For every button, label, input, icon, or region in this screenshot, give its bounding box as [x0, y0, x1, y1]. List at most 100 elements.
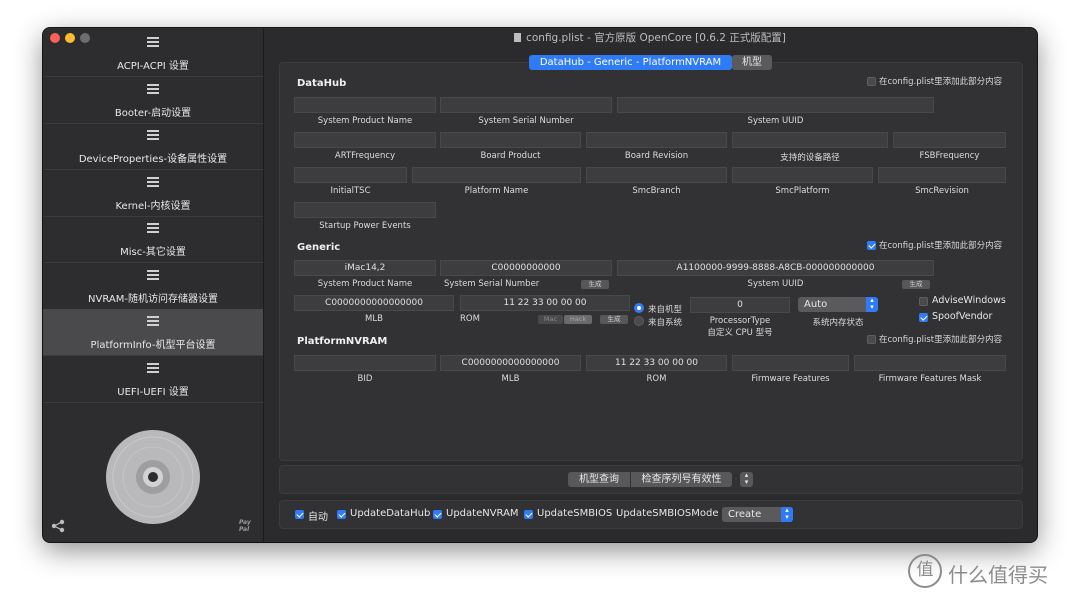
generic-system-product-name-input[interactable]: iMac14,2 [294, 260, 436, 276]
app-window: ACPI-ACPI 设置 Booter-启动设置 DevicePropertie… [43, 28, 1037, 542]
sidebar-item-label: NVRAM-随机访问存储器设置 [88, 294, 218, 305]
processor-type-label: ProcessorType [709, 316, 771, 326]
sidebar: ACPI-ACPI 设置 Booter-启动设置 DevicePropertie… [43, 28, 264, 542]
generic-section-title: Generic [297, 242, 341, 253]
advise-windows-label: AdviseWindows [932, 295, 1006, 306]
memory-status-label: 系统内存状态 [812, 318, 864, 328]
list-icon [147, 223, 159, 234]
generate-rom-button[interactable]: 生成 [600, 315, 628, 324]
datahub-device-path-input[interactable] [732, 132, 888, 148]
datahub-initial-tsc-label: InitialTSC [330, 186, 371, 196]
datahub-system-product-name-input[interactable] [294, 97, 436, 113]
sidebar-item-deviceproperties[interactable]: DeviceProperties-设备属性设置 [43, 123, 263, 170]
generic-system-uuid-input[interactable]: A1100000-9999-8888-A8CB-000000000000 [617, 260, 934, 276]
chevron-updown-icon[interactable]: ▴ ▾ [740, 472, 753, 487]
list-icon [147, 84, 159, 95]
from-system-radio[interactable] [634, 316, 644, 326]
sidebar-item-booter[interactable]: Booter-启动设置 [43, 77, 263, 124]
datahub-fsb-frequency-input[interactable] [893, 132, 1006, 148]
list-icon [147, 270, 159, 281]
lookup-bar: 机型查询 检查序列号有效性 ▴ ▾ [279, 465, 1023, 494]
paypal-logo[interactable]: Pay Pal [239, 519, 257, 533]
sidebar-item-acpi[interactable]: ACPI-ACPI 设置 [43, 30, 263, 77]
document-icon [514, 33, 522, 42]
check-serial-button[interactable]: 检查序列号有效性 [631, 472, 732, 487]
datahub-board-product-input[interactable] [440, 132, 581, 148]
update-smbios-mode-label: UpdateSMBIOSMode [616, 508, 719, 519]
datahub-smc-platform-label: SmcPlatform [775, 186, 830, 196]
datahub-smc-platform-input[interactable] [732, 167, 873, 183]
list-icon [147, 130, 159, 141]
datahub-board-revision-input[interactable] [586, 132, 727, 148]
watermark-logo-icon: 值 [908, 554, 942, 588]
nvram-rom-label: ROM [646, 374, 667, 384]
sidebar-item-label: Booter-启动设置 [114, 108, 192, 119]
generic-add-checkbox[interactable] [867, 241, 876, 250]
sidebar-item-label: Kernel-内核设置 [115, 201, 191, 212]
datahub-system-serial-number-input[interactable] [440, 97, 612, 113]
generate-uuid-button[interactable]: 生成 [902, 280, 930, 289]
generic-add-label: 在config.plist里添加此部分内容 [879, 241, 1003, 251]
processor-type-input[interactable]: 0 [690, 297, 790, 313]
generic-rom-label: ROM [460, 314, 480, 324]
disk-logo-icon [106, 430, 200, 524]
firmware-features-label: Firmware Features [751, 374, 830, 384]
nvram-mlb-input[interactable]: C0000000000000000 [440, 355, 581, 371]
platformnvram-add-label: 在config.plist里添加此部分内容 [879, 335, 1003, 345]
sidebar-item-misc[interactable]: Misc-其它设置 [43, 216, 263, 263]
tab-model[interactable]: 机型 [732, 55, 772, 70]
datahub-startup-power-events-input[interactable] [294, 202, 436, 218]
model-query-button[interactable]: 机型查询 [568, 472, 630, 487]
auto-label: 自动 [308, 512, 328, 523]
update-smbios-mode-select[interactable]: Create ▴ ▾ [722, 507, 793, 522]
options-bar: 自动 UpdateDataHub UpdateNVRAM UpdateSMBIO… [279, 500, 1023, 529]
datahub-art-frequency-input[interactable] [294, 132, 436, 148]
window-title: config.plist - 官方原版 OpenCore [0.6.2 正式版配… [263, 28, 1037, 48]
datahub-platform-name-input[interactable] [412, 167, 581, 183]
tab-datahub-generic-platformnvram[interactable]: DataHub - Generic - PlatformNVRAM [529, 55, 732, 70]
update-nvram-checkbox[interactable] [433, 510, 442, 519]
datahub-add-checkbox[interactable] [867, 77, 876, 86]
rom-hack-toggle[interactable]: Hack [564, 315, 592, 324]
datahub-art-frequency-label: ARTFrequency [334, 151, 396, 161]
datahub-board-revision-label: Board Revision [624, 151, 689, 161]
platformnvram-section-title: PlatformNVRAM [297, 336, 388, 347]
generic-mlb-input[interactable]: C0000000000000000 [294, 295, 454, 311]
firmware-features-mask-label: Firmware Features Mask [878, 374, 982, 384]
generic-system-serial-number-input[interactable]: C00000000000 [440, 260, 612, 276]
from-model-radio[interactable] [634, 303, 644, 313]
rom-mac-toggle[interactable]: Mac [538, 315, 563, 324]
firmware-features-input[interactable] [732, 355, 849, 371]
nvram-bid-input[interactable] [294, 355, 436, 371]
sidebar-item-kernel[interactable]: Kernel-内核设置 [43, 170, 263, 217]
datahub-system-uuid-label: System UUID [747, 116, 804, 126]
sidebar-item-uefi[interactable]: UEFI-UEFI 设置 [43, 356, 263, 403]
window-title-text: config.plist - 官方原版 OpenCore [0.6.2 正式版配… [526, 32, 786, 44]
datahub-initial-tsc-input[interactable] [294, 167, 407, 183]
update-smbios-checkbox[interactable] [524, 510, 533, 519]
datahub-smc-branch-label: SmcBranch [632, 186, 681, 196]
datahub-system-uuid-input[interactable] [617, 97, 934, 113]
nvram-bid-label: BID [357, 374, 373, 384]
nvram-rom-input[interactable]: 11 22 33 00 00 00 [586, 355, 727, 371]
sidebar-item-label: ACPI-ACPI 设置 [117, 61, 189, 72]
generic-rom-input[interactable]: 11 22 33 00 00 00 [460, 295, 630, 311]
share-icon[interactable] [51, 519, 65, 533]
sidebar-item-label: DeviceProperties-设备属性设置 [78, 154, 228, 165]
advise-windows-checkbox[interactable] [919, 297, 928, 306]
firmware-features-mask-input[interactable] [854, 355, 1006, 371]
sidebar-item-label: Misc-其它设置 [120, 247, 186, 258]
generate-serial-button[interactable]: 生成 [581, 280, 609, 289]
update-nvram-label: UpdateNVRAM [446, 508, 519, 519]
memory-status-select[interactable]: Auto ▴ ▾ [798, 297, 878, 312]
chevron-updown-icon: ▴ ▾ [781, 507, 793, 522]
sidebar-item-platforminfo[interactable]: PlatformInfo-机型平台设置 [43, 309, 263, 356]
spoof-vendor-checkbox[interactable] [919, 313, 928, 322]
generic-system-product-name-label: System Product Name [317, 279, 413, 289]
datahub-smc-branch-input[interactable] [586, 167, 727, 183]
update-datahub-checkbox[interactable] [337, 510, 346, 519]
sidebar-item-nvram[interactable]: NVRAM-随机访问存储器设置 [43, 263, 263, 310]
datahub-smc-revision-input[interactable] [878, 167, 1006, 183]
auto-checkbox[interactable] [295, 510, 304, 519]
platformnvram-add-checkbox[interactable] [867, 335, 876, 344]
